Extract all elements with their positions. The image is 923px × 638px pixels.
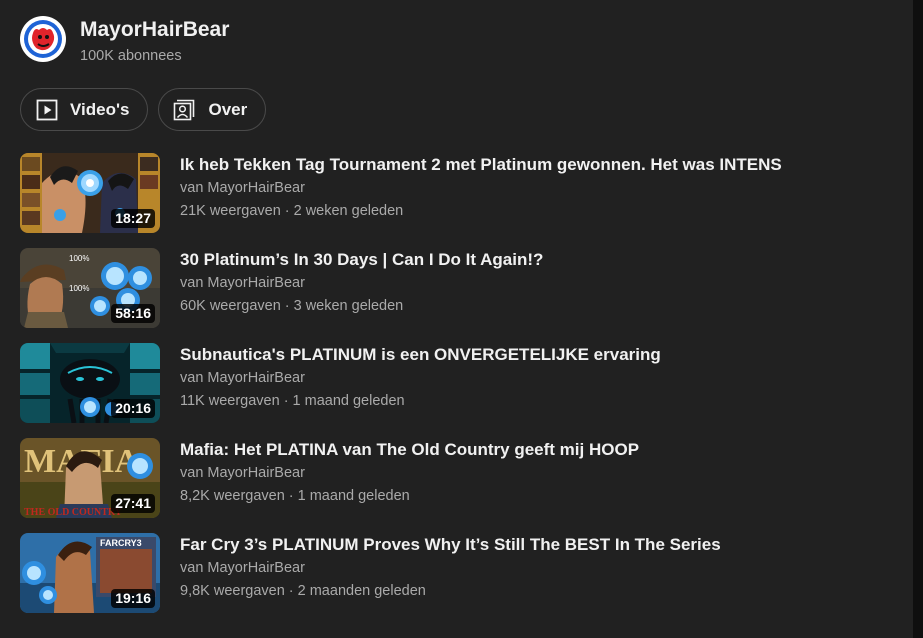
video-title[interactable]: Ik heb Tekken Tag Tournament 2 met Plati… (180, 153, 782, 177)
channel-meta: MayorHairBear 100K abonnees (80, 16, 229, 67)
video-age: 3 weken geleden (293, 298, 404, 314)
thumbnail-caption: THE OLD COUNTRY (24, 507, 123, 518)
video-stats: 21K weergaven · 2 weken geleden (180, 200, 782, 222)
channel-panel: MayorHairBear 100K abonnees Video's Over… (0, 0, 913, 638)
channel-tabs: Video's Over (20, 88, 276, 131)
video-duration: 19:16 (111, 589, 155, 608)
video-title[interactable]: Far Cry 3’s PLATINUM Proves Why It’s Sti… (180, 533, 721, 557)
separator-dot: · (284, 203, 290, 219)
video-channel[interactable]: van MayorHairBear (180, 462, 639, 484)
subscriber-count: 100K abonnees (80, 48, 182, 64)
video-views: 9,8K weergaven (180, 583, 285, 599)
play-box-icon (35, 98, 59, 122)
video-item[interactable]: MAFIA THE OLD COUNTRY 27:41 Mafia: Het P… (20, 438, 900, 518)
video-info: Far Cry 3’s PLATINUM Proves Why It’s Sti… (180, 533, 721, 613)
video-thumbnail[interactable]: MAFIA THE OLD COUNTRY 27:41 (20, 438, 160, 518)
video-info: Ik heb Tekken Tag Tournament 2 met Plati… (180, 153, 782, 233)
separator-dot: · (288, 583, 294, 599)
video-thumbnail[interactable]: FARCRY3 19:16 (20, 533, 160, 613)
thumbnail-caption: FARCRY3 (100, 538, 142, 548)
channel-avatar[interactable] (20, 16, 66, 62)
video-age: 2 weken geleden (293, 203, 404, 219)
video-stats: 8,2K weergaven · 1 maand geleden (180, 485, 639, 507)
separator-dot: · (284, 298, 290, 314)
video-list: 18:27 Ik heb Tekken Tag Tournament 2 met… (20, 153, 900, 628)
tab-about-label: Over (208, 99, 248, 119)
video-info: Mafia: Het PLATINA van The Old Country g… (180, 438, 639, 518)
video-info: Subnautica's PLATINUM is een ONVERGETELI… (180, 343, 661, 423)
video-item[interactable]: 100% 100% 58:16 30 Platinum’s In 30 Days… (20, 248, 900, 328)
video-duration: 58:16 (111, 304, 155, 323)
video-channel[interactable]: van MayorHairBear (180, 272, 543, 294)
video-duration: 20:16 (111, 399, 155, 418)
separator-dot: · (283, 393, 289, 409)
video-item[interactable]: 18:27 Ik heb Tekken Tag Tournament 2 met… (20, 153, 900, 233)
video-channel[interactable]: van MayorHairBear (180, 177, 782, 199)
video-duration: 18:27 (111, 209, 155, 228)
video-thumbnail[interactable]: 20:16 (20, 343, 160, 423)
channel-header: MayorHairBear 100K abonnees (20, 16, 229, 66)
video-item[interactable]: 20:16 Subnautica's PLATINUM is een ONVER… (20, 343, 900, 423)
video-title[interactable]: Subnautica's PLATINUM is een ONVERGETELI… (180, 343, 661, 367)
video-info: 30 Platinum’s In 30 Days | Can I Do It A… (180, 248, 543, 328)
thumbnail-caption: 100% (69, 284, 89, 293)
video-views: 60K weergaven (180, 298, 281, 314)
separator-dot: · (288, 488, 294, 504)
video-duration: 27:41 (111, 494, 155, 513)
video-thumbnail[interactable]: 18:27 (20, 153, 160, 233)
page-edge (913, 0, 923, 638)
video-age: 1 maand geleden (292, 393, 405, 409)
video-views: 21K weergaven (180, 203, 281, 219)
video-channel[interactable]: van MayorHairBear (180, 557, 721, 579)
bear-logo-icon (24, 20, 62, 58)
thumbnail-caption: 100% (69, 254, 89, 263)
tab-videos-label: Video's (70, 99, 130, 119)
video-stats: 60K weergaven · 3 weken geleden (180, 295, 543, 317)
video-stats: 11K weergaven · 1 maand geleden (180, 390, 661, 412)
video-title[interactable]: Mafia: Het PLATINA van The Old Country g… (180, 438, 639, 462)
person-card-icon (173, 98, 197, 122)
channel-name[interactable]: MayorHairBear (80, 16, 229, 44)
video-views: 11K weergaven (180, 393, 280, 409)
video-stats: 9,8K weergaven · 2 maanden geleden (180, 580, 721, 602)
video-age: 2 maanden geleden (297, 583, 426, 599)
video-item[interactable]: FARCRY3 19:16 Far Cry 3’s PLATINUM Prove… (20, 533, 900, 613)
video-views: 8,2K weergaven (180, 488, 285, 504)
video-thumbnail[interactable]: 100% 100% 58:16 (20, 248, 160, 328)
tab-videos[interactable]: Video's (20, 88, 149, 131)
video-age: 1 maand geleden (297, 488, 410, 504)
tab-about[interactable]: Over (158, 88, 267, 131)
video-title[interactable]: 30 Platinum’s In 30 Days | Can I Do It A… (180, 248, 543, 272)
video-channel[interactable]: van MayorHairBear (180, 367, 661, 389)
